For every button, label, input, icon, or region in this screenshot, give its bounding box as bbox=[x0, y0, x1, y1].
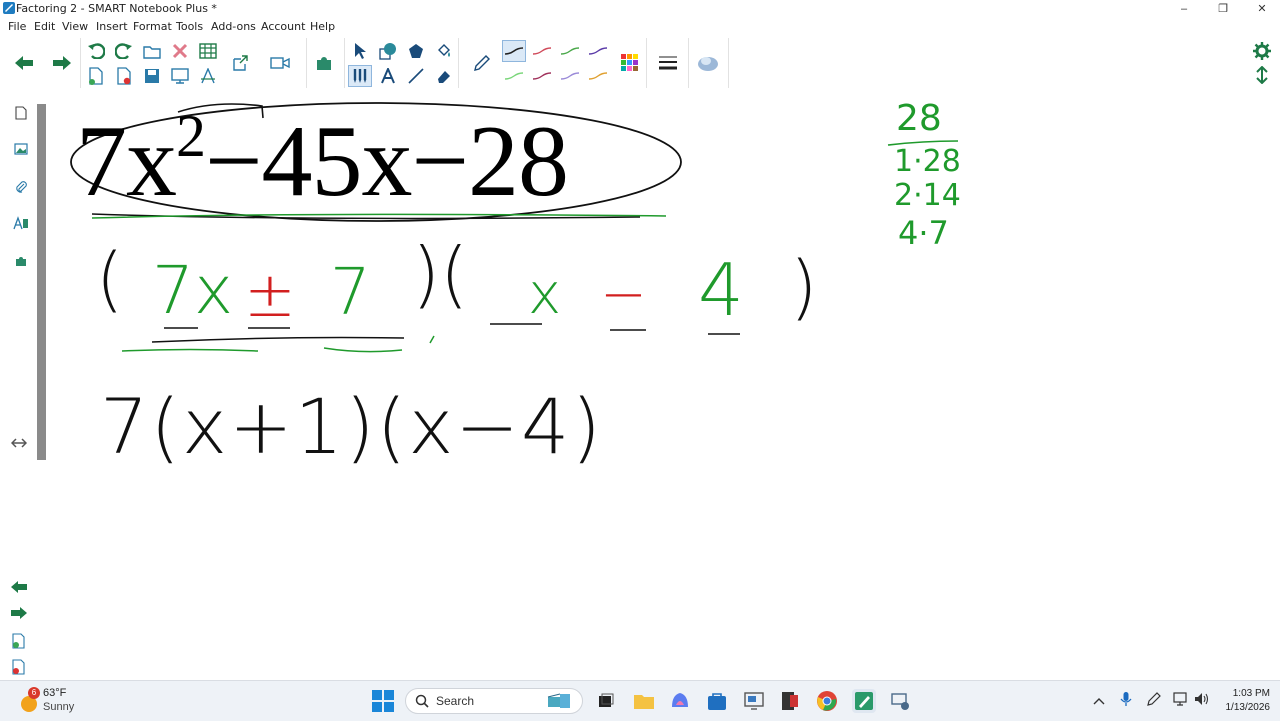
copilot-icon bbox=[672, 693, 688, 707]
desktop-settings-icon bbox=[891, 693, 909, 710]
printed-quadratic: 7x2−45x−28 bbox=[76, 103, 569, 218]
factor-pair-2: 2·14 bbox=[894, 178, 961, 213]
search-highlight-image bbox=[546, 691, 574, 711]
task-view-button[interactable] bbox=[594, 689, 618, 713]
microphone-button[interactable] bbox=[1120, 691, 1132, 712]
folder-icon bbox=[634, 695, 654, 709]
taskbar-search-box[interactable]: Search bbox=[405, 688, 583, 714]
task-view-icon bbox=[599, 693, 614, 707]
network-button[interactable] bbox=[1172, 691, 1188, 712]
microphone-icon bbox=[1120, 692, 1132, 706]
clock-date: 1/13/2026 bbox=[1225, 702, 1271, 713]
weather-widget[interactable]: 6 bbox=[16, 687, 42, 715]
show-hidden-icons-button[interactable] bbox=[1093, 693, 1105, 711]
hw-first-term: 7x bbox=[152, 252, 234, 329]
ink-layer bbox=[70, 102, 959, 353]
volume-button[interactable] bbox=[1194, 691, 1210, 712]
start-button[interactable] bbox=[372, 690, 394, 717]
chevron-up-icon bbox=[1093, 698, 1105, 705]
search-icon bbox=[415, 694, 429, 708]
hw-open-paren: ( bbox=[96, 238, 124, 320]
windows-logo-icon bbox=[372, 690, 394, 712]
remote-desktop-icon bbox=[744, 692, 764, 710]
hw-first-sign: ± bbox=[244, 258, 296, 331]
media-app-button[interactable] bbox=[778, 689, 802, 713]
travel-illustration-icon bbox=[547, 693, 570, 708]
smart-notebook-taskbar-button[interactable] bbox=[852, 689, 876, 713]
factor-pair-1: 1·28 bbox=[894, 144, 961, 179]
smart-notebook-icon bbox=[855, 692, 873, 710]
factor-pair-3: 4·7 bbox=[898, 214, 949, 252]
settings-app-button[interactable] bbox=[888, 689, 912, 713]
weather-description: Sunny bbox=[43, 701, 75, 713]
factor-list-number: 28 bbox=[896, 98, 942, 139]
weather-badge: 6 bbox=[28, 687, 40, 699]
copilot-button[interactable] bbox=[668, 689, 692, 713]
network-icon bbox=[1173, 692, 1187, 706]
windows-taskbar: 6 63°F Sunny Search 1:03 PM 1/13/2026 bbox=[0, 680, 1280, 721]
chrome-icon bbox=[817, 691, 837, 711]
search-label: Search bbox=[436, 694, 475, 708]
pen-icon bbox=[1147, 692, 1161, 706]
system-clock[interactable]: 1:03 PM 1/13/2026 bbox=[1226, 687, 1271, 715]
store-bag-icon bbox=[708, 693, 726, 710]
speaker-icon bbox=[1195, 693, 1209, 705]
pen-menu-button[interactable] bbox=[1146, 691, 1162, 712]
hw-middle-parens: )( bbox=[412, 232, 469, 316]
chrome-button[interactable] bbox=[815, 689, 839, 713]
hw-second-term: x bbox=[528, 262, 562, 327]
hw-first-const: 7 bbox=[330, 256, 371, 330]
hw-second-const: 4 bbox=[698, 248, 744, 332]
store-button[interactable] bbox=[705, 689, 729, 713]
remote-app-button[interactable] bbox=[742, 689, 766, 713]
hw-final-answer: 7(x+1)(x−4) bbox=[100, 382, 603, 471]
clock-time: 1:03 PM bbox=[1232, 688, 1270, 699]
weather-temperature: 63°F bbox=[43, 687, 67, 699]
file-explorer-button[interactable] bbox=[632, 689, 656, 713]
hw-second-sign: − bbox=[600, 262, 647, 327]
hw-close-paren: ) bbox=[790, 246, 818, 328]
media-player-icon bbox=[782, 692, 798, 710]
